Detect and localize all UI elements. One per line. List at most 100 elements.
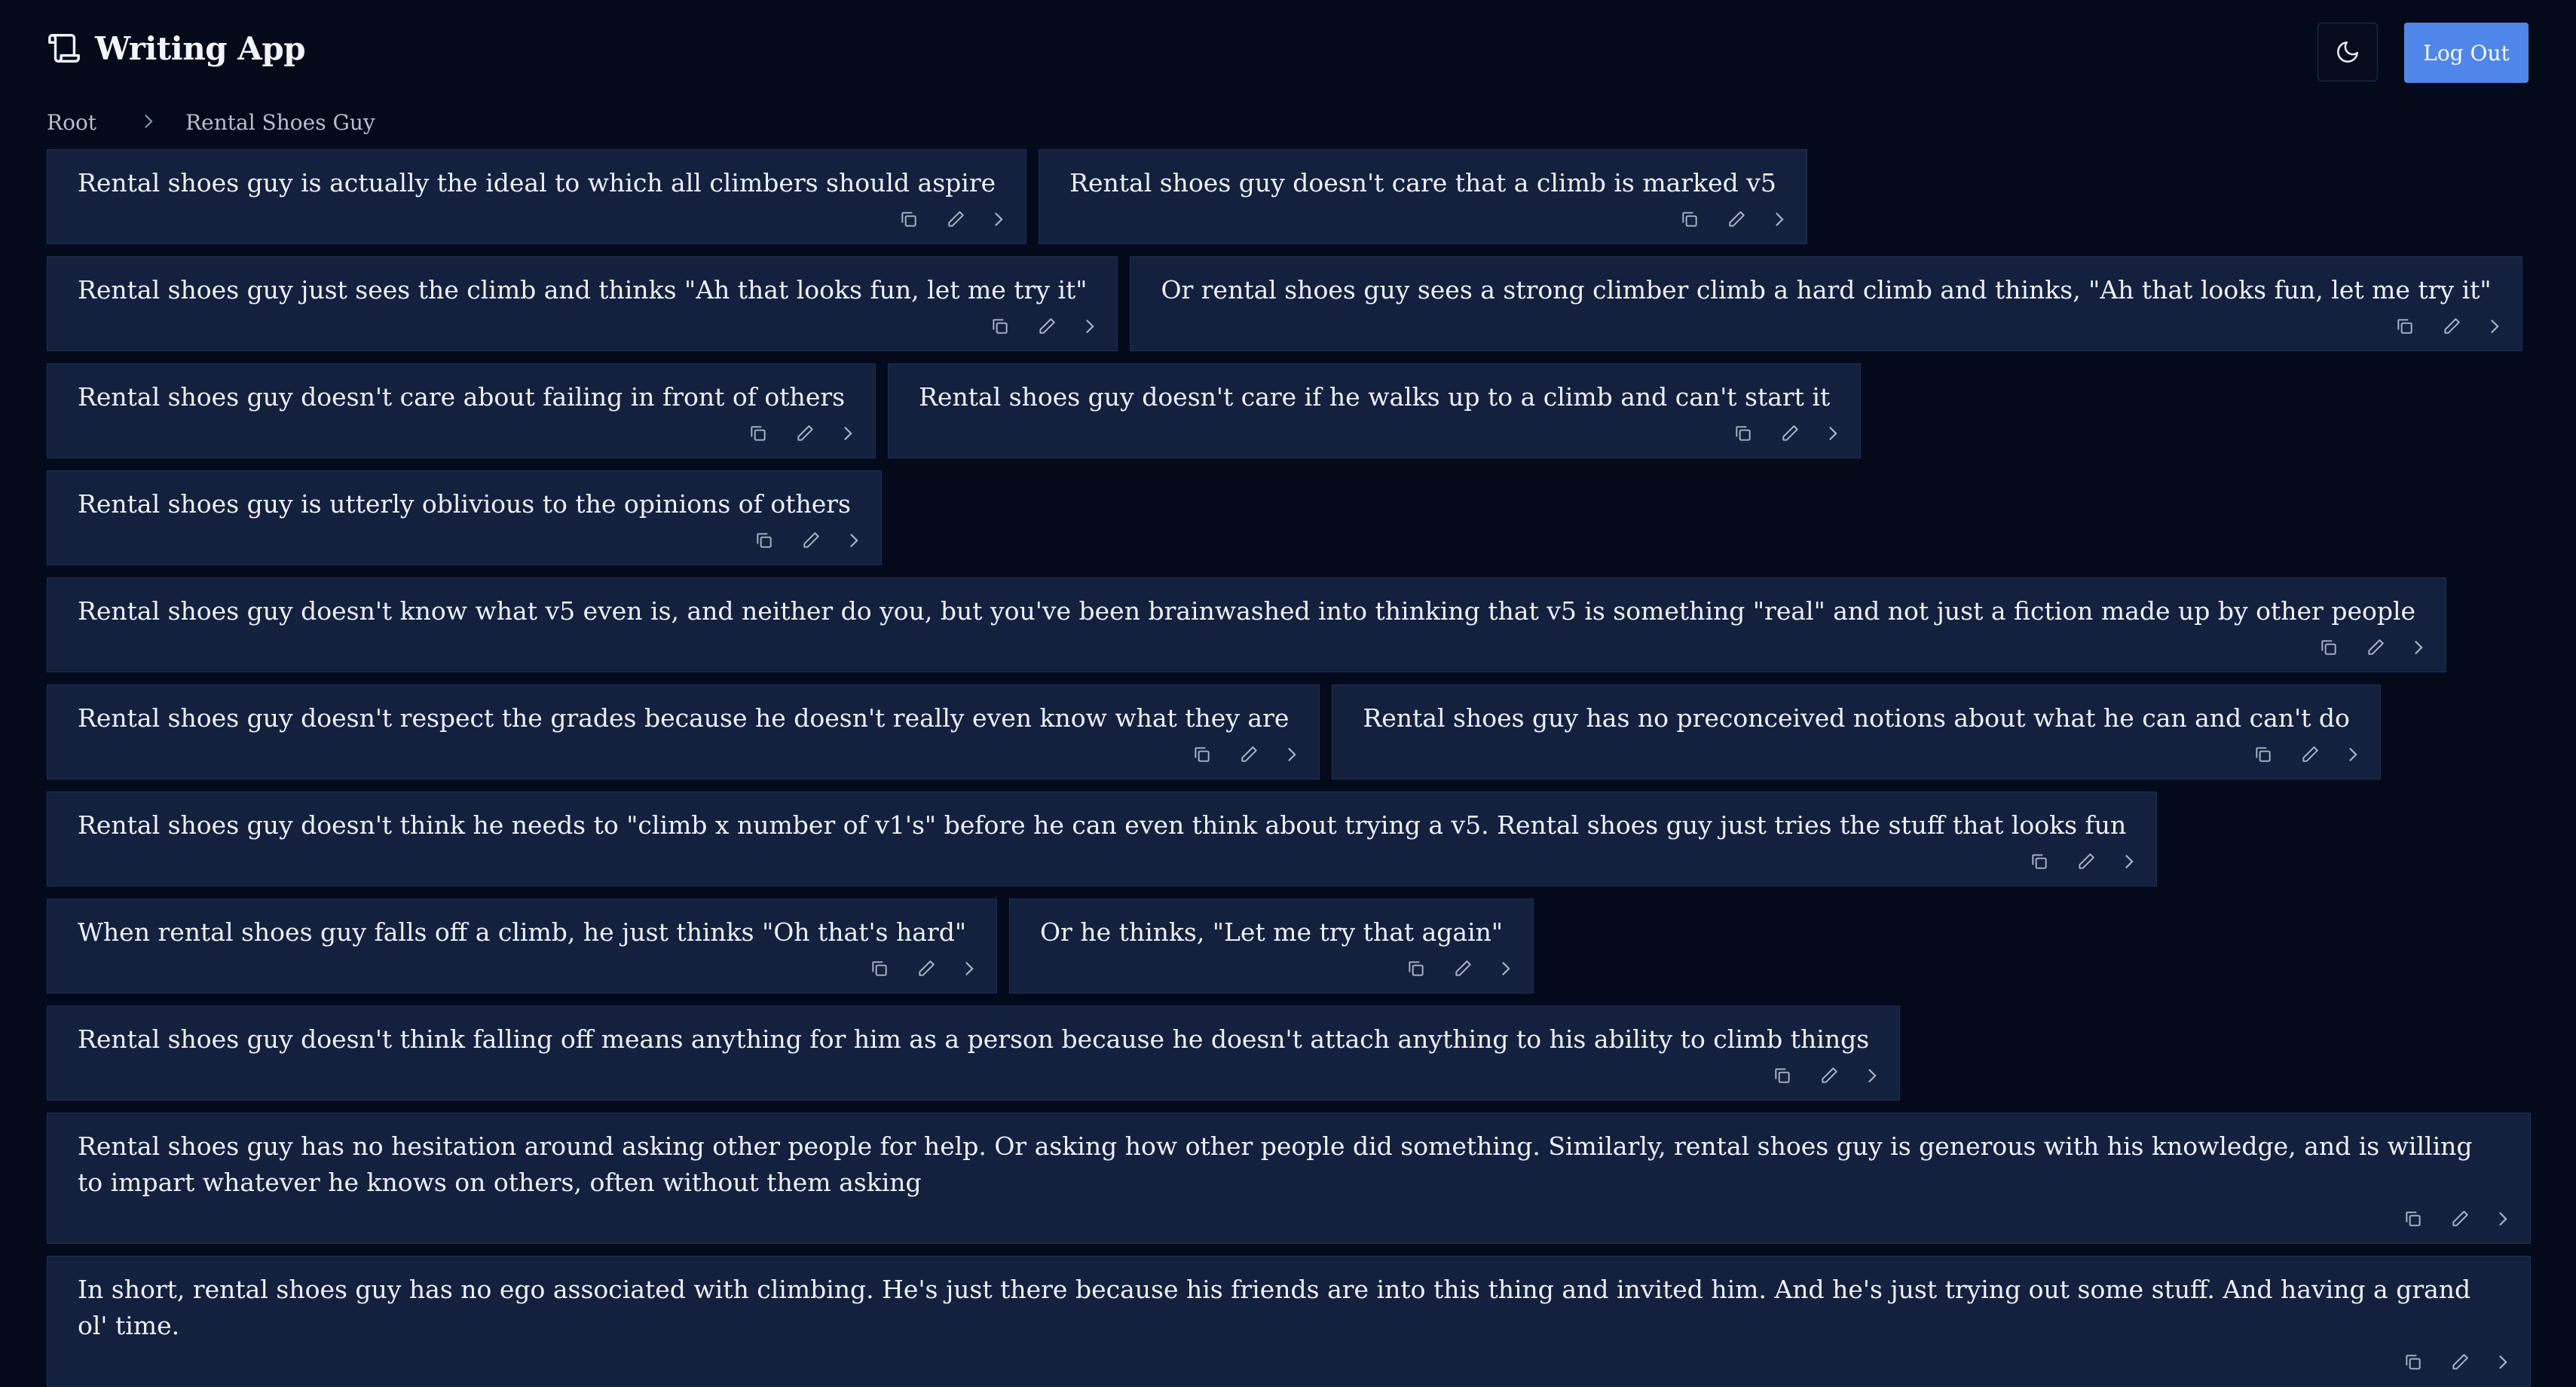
card-actions [78,848,2135,875]
edit-icon[interactable] [2450,1352,2470,1372]
copy-icon[interactable] [1733,424,1753,443]
card-actions [78,1205,2509,1232]
note-card[interactable]: Rental shoes guy is actually the ideal t… [47,149,1027,244]
copy-icon[interactable] [2319,638,2339,657]
top-bar: Writing App Log Out [0,0,2576,106]
note-text: Or he thinks, "Let me try that again" [1040,917,1504,947]
copy-icon[interactable] [1773,1066,1792,1085]
edit-icon[interactable] [2300,745,2320,764]
note-text: In short, rental shoes guy has no ego as… [78,1275,2471,1340]
note-text: Rental shoes guy has no preconceived not… [1363,703,2350,733]
edit-icon[interactable] [2366,638,2385,657]
card-actions [78,527,860,554]
copy-icon[interactable] [870,959,889,978]
chevron-right-icon[interactable] [2497,1211,2509,1227]
edit-icon[interactable] [801,531,821,550]
card-actions [78,634,2425,661]
copy-icon[interactable] [2253,745,2273,764]
edit-icon[interactable] [2442,317,2461,336]
chevron-right-icon[interactable] [2123,853,2135,870]
chevron-right-icon[interactable] [1827,425,1839,442]
card-actions [78,206,1005,233]
scroll-icon [48,34,80,63]
note-card[interactable]: In short, rental shoes guy has no ego as… [47,1256,2531,1387]
copy-icon[interactable] [990,317,1010,336]
breadcrumb-item-root[interactable]: Root [47,110,96,135]
copy-icon[interactable] [2395,317,2415,336]
breadcrumb: Root Rental Shoes Guy [47,110,375,135]
card-list: Rental shoes guy is actually the ideal t… [47,149,2531,1387]
copy-icon[interactable] [1192,745,1212,764]
chevron-right-icon[interactable] [963,960,975,977]
card-actions [1161,313,2500,340]
chevron-right-icon[interactable] [2412,639,2425,656]
note-card[interactable]: Rental shoes guy is utterly oblivious to… [47,470,882,565]
chevron-right-icon[interactable] [1084,318,1096,335]
chevron-right-icon[interactable] [1866,1067,1878,1084]
note-card[interactable]: Rental shoes guy doesn't think falling o… [47,1006,1901,1101]
note-text: Rental shoes guy doesn't care that a cli… [1069,168,1776,197]
theme-toggle-button[interactable] [2317,23,2378,81]
note-text: Rental shoes guy doesn't care if he walk… [919,382,1831,412]
edit-icon[interactable] [1727,210,1746,229]
chevron-right-icon[interactable] [842,425,854,442]
edit-icon[interactable] [1780,424,1800,443]
edit-icon[interactable] [1037,317,1057,336]
card-actions [78,741,1298,768]
chevron-right-icon[interactable] [2489,318,2501,335]
edit-icon[interactable] [795,424,815,443]
card-actions [78,420,854,447]
note-card[interactable]: Rental shoes guy doesn't care about fail… [47,363,877,458]
note-text: When rental shoes guy falls off a climb,… [78,917,966,947]
chevron-right-icon[interactable] [848,532,860,549]
chevron-right-icon[interactable] [1500,960,1512,977]
breadcrumb-item-current: Rental Shoes Guy [185,110,375,135]
card-actions [919,420,1839,447]
edit-icon[interactable] [2076,852,2096,871]
note-card[interactable]: Rental shoes guy doesn't care if he walk… [888,363,1862,458]
note-card[interactable]: Rental shoes guy doesn't know what v5 ev… [47,577,2447,672]
copy-icon[interactable] [2030,852,2049,871]
note-card[interactable]: Rental shoes guy doesn't respect the gra… [47,684,1320,779]
chevron-right-icon[interactable] [2347,746,2359,763]
edit-icon[interactable] [946,210,965,229]
copy-icon[interactable] [748,424,768,443]
note-text: Rental shoes guy doesn't think he needs … [78,810,2127,840]
note-text: Rental shoes guy doesn't respect the gra… [78,703,1290,733]
copy-icon[interactable] [2403,1209,2423,1229]
card-actions [78,313,1096,340]
edit-icon[interactable] [916,959,936,978]
chevron-right-icon[interactable] [1773,211,1785,228]
copy-icon[interactable] [899,210,919,229]
note-card[interactable]: Rental shoes guy just sees the climb and… [47,256,1118,351]
logout-button[interactable]: Log Out [2404,23,2529,83]
note-text: Rental shoes guy has no hesitation aroun… [78,1131,2473,1197]
card-actions [1363,741,2359,768]
edit-icon[interactable] [1819,1066,1839,1085]
brand[interactable]: Writing App [47,29,306,68]
edit-icon[interactable] [2450,1209,2470,1229]
note-card[interactable]: Rental shoes guy doesn't care that a cli… [1039,149,1807,244]
note-card[interactable]: Rental shoes guy has no preconceived not… [1332,684,2381,779]
chevron-right-icon [142,110,155,135]
copy-icon[interactable] [1406,959,1426,978]
copy-icon[interactable] [754,531,774,550]
note-card[interactable]: Or he thinks, "Let me try that again" [1009,899,1534,994]
note-card[interactable]: Or rental shoes guy sees a strong climbe… [1130,256,2522,351]
chevron-right-icon[interactable] [1286,746,1298,763]
copy-icon[interactable] [1680,210,1699,229]
card-actions [78,1349,2509,1376]
note-card[interactable]: When rental shoes guy falls off a climb,… [47,899,997,994]
note-card[interactable]: Rental shoes guy doesn't think he needs … [47,791,2158,886]
app-title: Writing App [95,29,306,67]
card-actions [1069,206,1785,233]
edit-icon[interactable] [1453,959,1473,978]
chevron-right-icon[interactable] [2497,1354,2509,1370]
edit-icon[interactable] [1239,745,1259,764]
copy-icon[interactable] [2403,1352,2423,1372]
chevron-right-icon[interactable] [993,211,1005,228]
card-actions [78,1062,1878,1089]
note-text: Rental shoes guy doesn't think falling o… [78,1024,1870,1054]
note-card[interactable]: Rental shoes guy has no hesitation aroun… [47,1113,2531,1244]
note-text: Or rental shoes guy sees a strong climbe… [1161,275,2492,305]
